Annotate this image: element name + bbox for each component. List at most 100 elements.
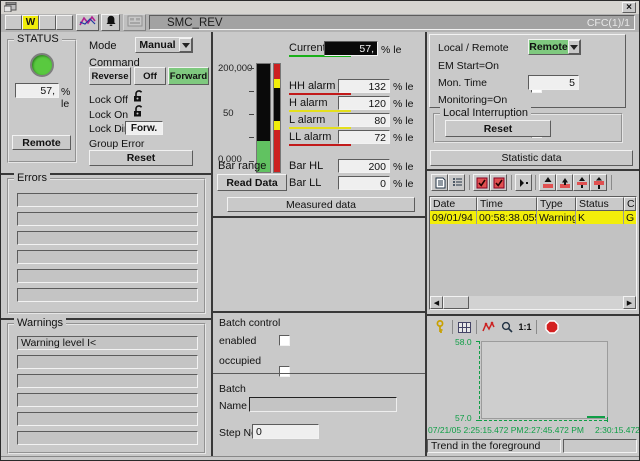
local-interruption-group: Local Interruption Reset — [433, 113, 623, 143]
bar-ll-field[interactable]: 0 — [338, 176, 390, 190]
message-list-icon[interactable] — [431, 174, 448, 191]
divider — [1, 456, 639, 457]
message-table: Date Time Type Status C 09/01/94 00:58:3… — [429, 196, 637, 310]
bar-ll-label: Bar LL — [289, 177, 321, 189]
message-time: 00:58:38.055 — [477, 211, 537, 224]
ll-alarm-value: 72 — [374, 132, 386, 144]
message-archive-icon[interactable] — [448, 174, 465, 191]
batch-name-field[interactable] — [249, 397, 397, 412]
reverse-button[interactable]: Reverse — [89, 67, 131, 85]
message-hscrollbar[interactable]: ◀ ▶ — [430, 296, 636, 309]
local-interruption-reset-button[interactable]: Reset — [445, 120, 551, 137]
bar-limit-strip — [273, 63, 281, 173]
statistic-data-label: Statistic data — [501, 152, 561, 164]
key-icon[interactable] — [432, 319, 448, 335]
stop-icon[interactable] — [543, 319, 560, 335]
local-remote-dropdown[interactable]: Remote — [528, 39, 581, 55]
message-status: K — [576, 211, 624, 224]
l-alarm-unit: % le — [393, 115, 413, 127]
bar-hl-label: Bar HL — [289, 160, 323, 172]
statistic-data-button[interactable]: Statistic data — [430, 150, 633, 166]
batch-section-label: Batch — [219, 383, 246, 395]
bar-scale-mid: 50 — [223, 108, 234, 119]
error-field — [17, 250, 198, 264]
divider — [213, 311, 425, 313]
forward-label: Forward — [170, 71, 207, 82]
batch-step-field[interactable]: 0 — [252, 424, 319, 439]
trend-x-axis — [479, 420, 609, 421]
mon-time-field[interactable]: 5 — [528, 75, 579, 90]
batch-enabled-checkbox[interactable] — [279, 335, 290, 346]
status-remote-button[interactable]: Remote — [12, 135, 71, 150]
ll-alarm-field[interactable]: 72 — [338, 130, 390, 144]
autoscroll-icon[interactable] — [515, 174, 532, 191]
bar-hl-value: 200 — [368, 161, 386, 173]
status-value: 57, — [40, 85, 55, 97]
prev-message-icon[interactable] — [556, 174, 573, 191]
bar-hl-field[interactable]: 200 — [338, 159, 390, 173]
w-label: W — [26, 17, 35, 28]
l-alarm-field[interactable]: 80 — [338, 113, 390, 127]
read-data-label: Read Data — [226, 177, 277, 189]
ack-single-icon[interactable] — [473, 174, 490, 191]
hh-alarm-value: 132 — [368, 81, 386, 93]
status-unit: % le — [61, 86, 75, 110]
curve-select-icon[interactable] — [480, 319, 496, 335]
error-field — [17, 193, 198, 207]
x-tick-0: 07/21/05 2:25:15.472 PM — [428, 425, 523, 435]
toolbar-button-4[interactable] — [56, 15, 73, 30]
bar-range-label: Bar range — [218, 160, 266, 172]
forward-button[interactable]: Forward — [168, 67, 209, 85]
errors-group: Errors — [7, 178, 206, 314]
column-header-c: C — [624, 197, 636, 211]
toolbar: W SMC_REV CFC(1)/1 — [1, 14, 639, 32]
status-remote-label: Remote — [22, 137, 61, 149]
off-button[interactable]: Off — [134, 67, 166, 85]
toolbar-button-w[interactable]: W — [22, 15, 39, 30]
lock-dir-value: Forw. — [131, 123, 157, 134]
first-message-icon[interactable] — [539, 174, 556, 191]
zoom-magnifier-icon[interactable] — [499, 319, 515, 335]
last-message-icon[interactable] — [590, 174, 607, 191]
window-titlebar: × — [1, 1, 639, 14]
divider — [211, 32, 213, 456]
status-group: STATUS 57, % le Remote — [7, 39, 77, 163]
h-alarm-field[interactable]: 120 — [338, 96, 390, 110]
trend-y-axis — [479, 341, 480, 421]
toolbar-button-1[interactable] — [5, 15, 22, 30]
lock-on-label: Lock On — [89, 109, 128, 121]
batch-occupied-checkbox[interactable] — [279, 366, 290, 377]
hh-alarm-unit: % le — [393, 81, 413, 93]
alarm-bell-button[interactable] — [101, 14, 120, 31]
grid-window-icon[interactable] — [456, 320, 472, 335]
message-type: Warning — [537, 211, 576, 224]
measured-data-button[interactable]: Measured data — [227, 197, 415, 212]
next-message-icon[interactable] — [573, 174, 590, 191]
ack-all-icon[interactable] — [490, 174, 507, 191]
lock-off-label: Lock Off — [89, 94, 128, 106]
trend-statusbar-right — [563, 439, 637, 453]
chevron-down-icon[interactable] — [179, 38, 192, 52]
close-icon: × — [626, 4, 632, 12]
read-data-button[interactable]: Read Data — [217, 174, 287, 191]
message-row[interactable]: 09/01/94 00:58:38.055 Warning K G — [430, 211, 636, 224]
reverse-label: Reverse — [92, 71, 129, 82]
close-button[interactable]: × — [622, 2, 636, 13]
toolbar-button-3[interactable] — [39, 15, 56, 30]
warning-field — [17, 355, 198, 369]
chevron-down-icon[interactable] — [568, 40, 580, 54]
current-value: 57, — [359, 43, 374, 55]
one-to-one-icon[interactable]: 1:1 — [516, 319, 534, 335]
reset-button[interactable]: Reset — [89, 150, 193, 166]
trend-curves-button[interactable] — [76, 14, 99, 31]
batch-divider — [213, 373, 425, 374]
column-header-type: Type — [537, 197, 576, 211]
l-alarm-value: 80 — [374, 115, 386, 127]
x-tick-1: 2:27:45.472 PM — [524, 425, 584, 435]
scroll-right-button[interactable]: ▶ — [623, 296, 636, 309]
scroll-left-button[interactable]: ◀ — [430, 296, 443, 309]
column-header-date: Date — [430, 197, 477, 211]
mode-dropdown[interactable]: Manual — [135, 37, 193, 53]
scroll-thumb[interactable] — [443, 296, 469, 309]
hh-alarm-field[interactable]: 132 — [338, 79, 390, 93]
